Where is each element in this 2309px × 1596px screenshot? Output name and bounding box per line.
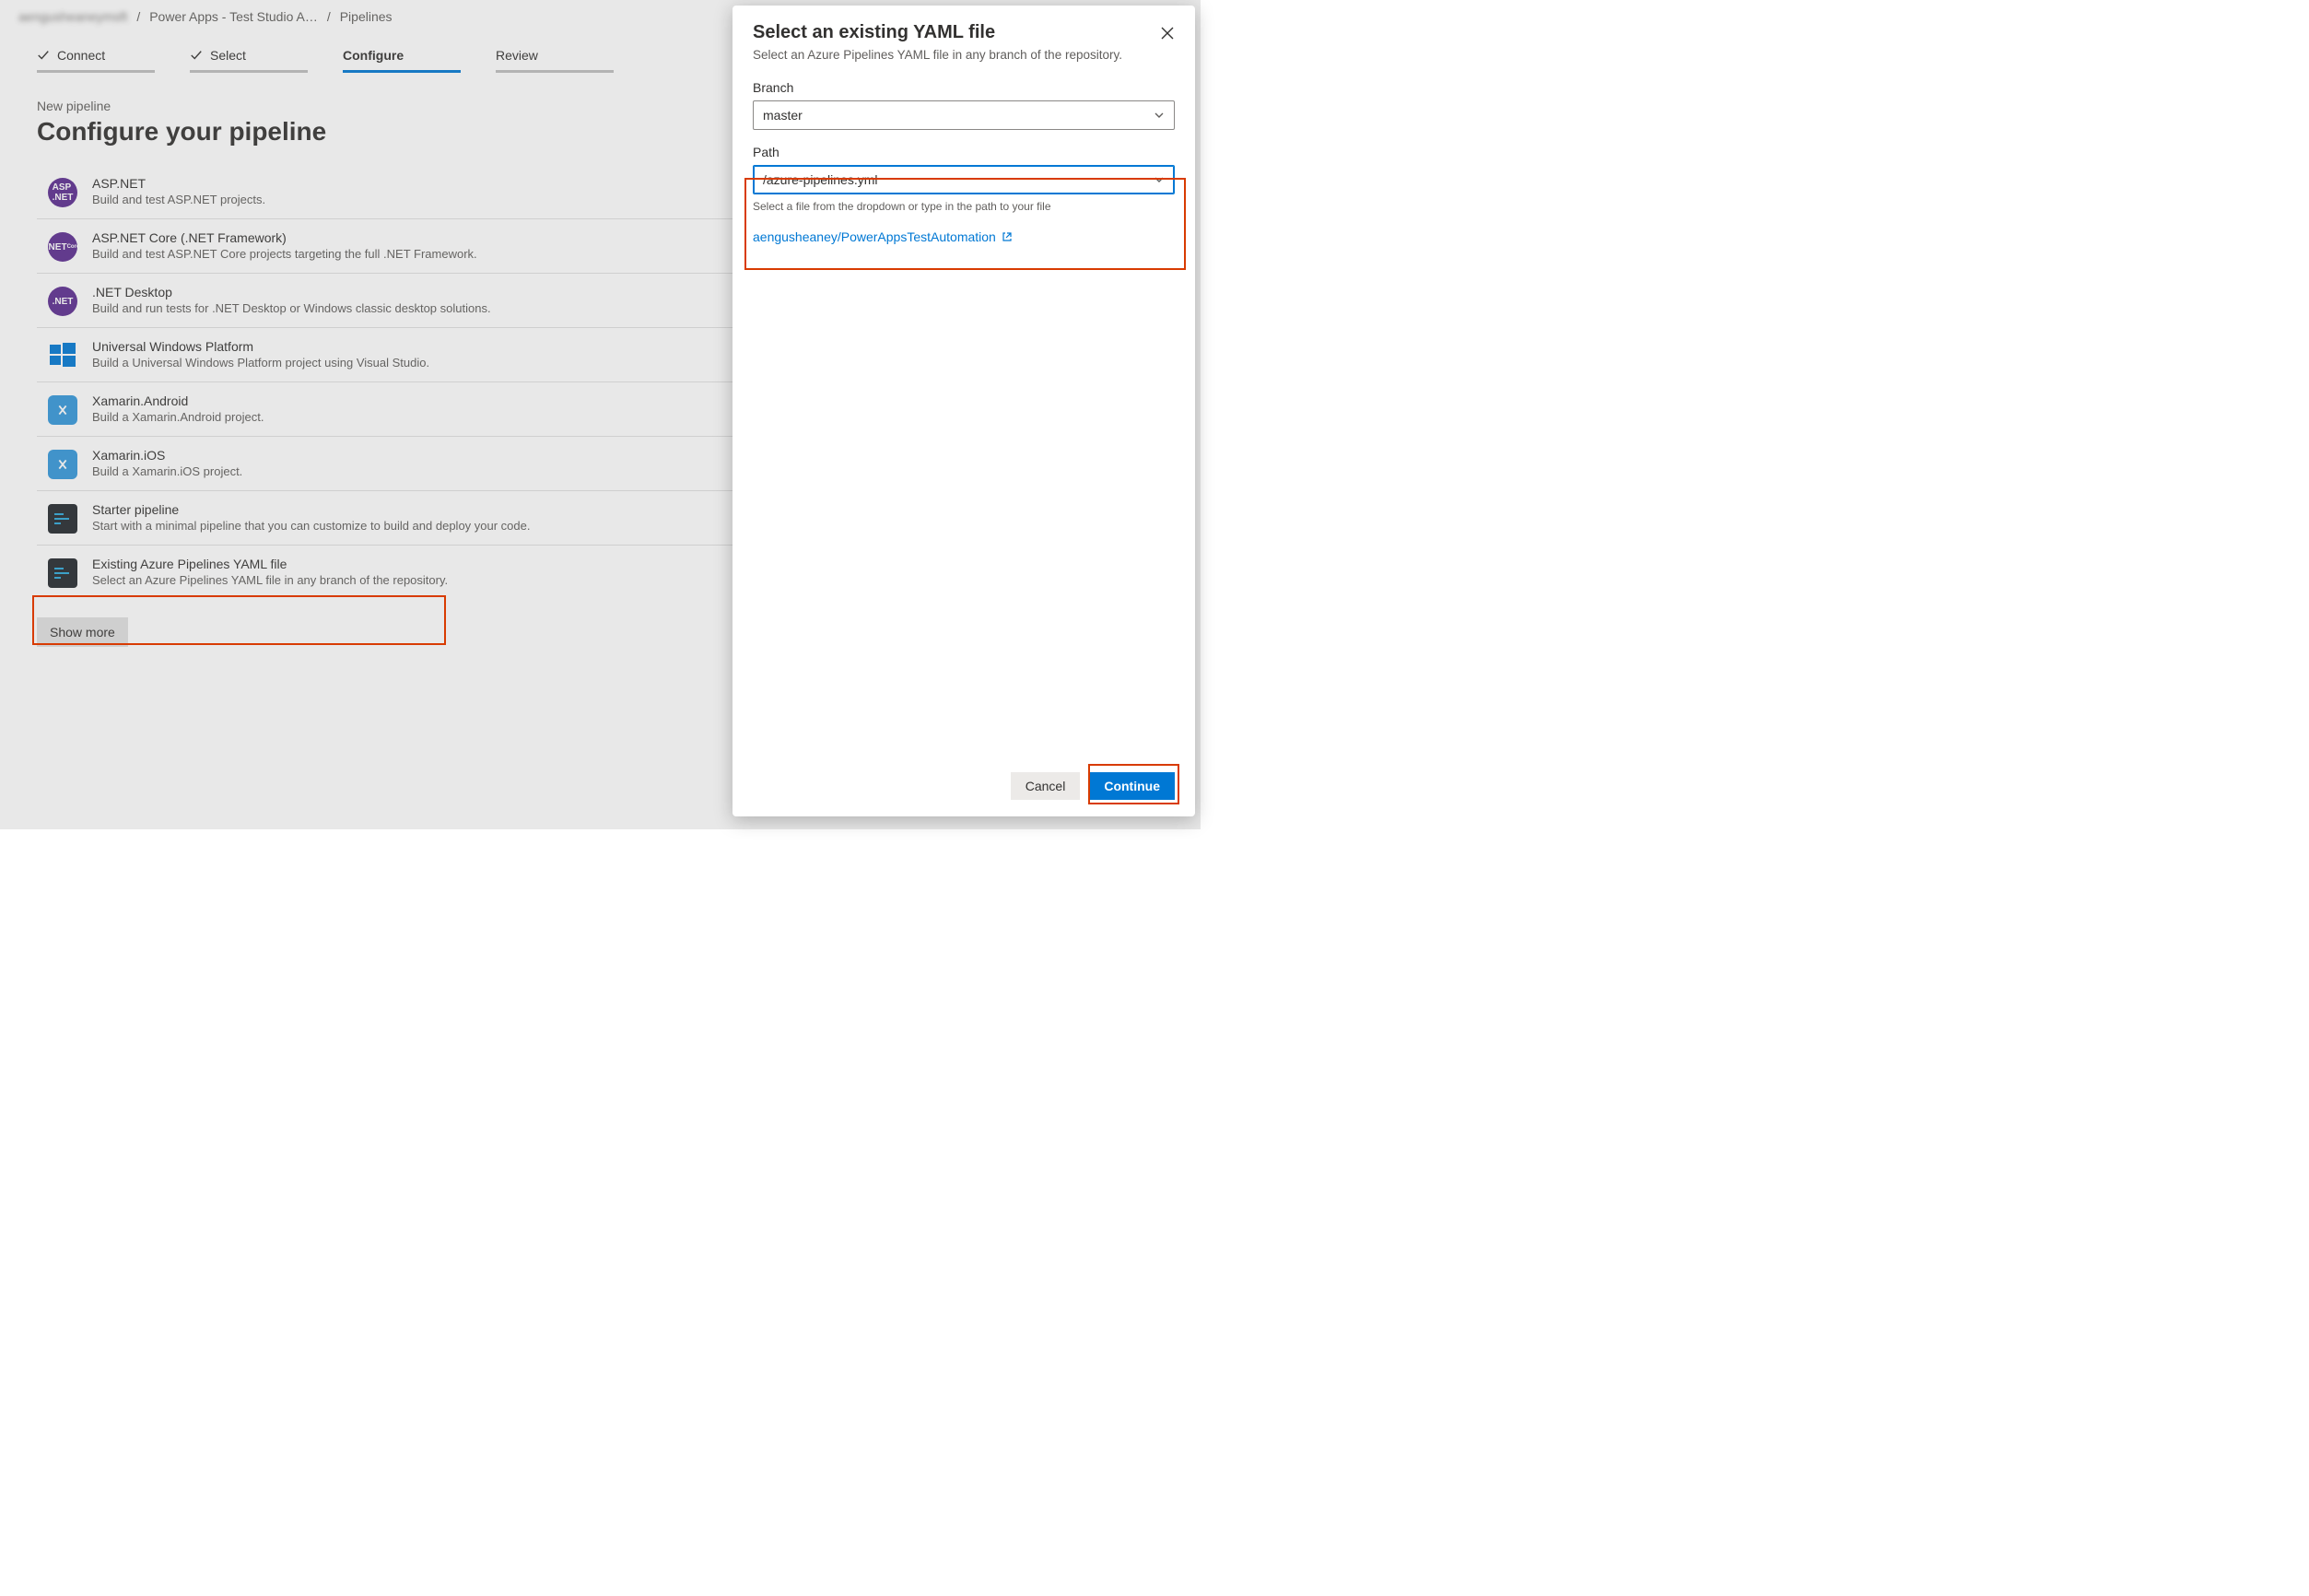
check-icon <box>190 49 203 62</box>
close-button[interactable] <box>1154 20 1180 46</box>
template-title: .NET Desktop <box>92 285 491 299</box>
breadcrumb-project[interactable]: Power Apps - Test Studio A… <box>149 9 318 24</box>
close-icon <box>1160 26 1175 41</box>
template-desc: Build and test ASP.NET projects. <box>92 193 265 206</box>
breadcrumb-sep: / <box>327 9 331 24</box>
step-label: Select <box>210 48 246 63</box>
path-value: /azure-pipelines.yml <box>763 172 878 187</box>
template-desc: Build a Xamarin.iOS project. <box>92 464 242 478</box>
chevron-down-icon <box>1154 174 1165 185</box>
template-title: ASP.NET Core (.NET Framework) <box>92 230 477 245</box>
template-title: Starter pipeline <box>92 502 530 517</box>
windows-icon <box>48 341 77 370</box>
branch-value: master <box>763 108 803 123</box>
step-review[interactable]: Review <box>496 48 614 73</box>
xamarin-icon <box>48 450 77 479</box>
breadcrumb-page[interactable]: Pipelines <box>340 9 393 24</box>
template-title: ASP.NET <box>92 176 265 191</box>
external-link-icon <box>1002 231 1013 242</box>
chevron-down-icon <box>1154 110 1165 121</box>
yaml-icon <box>48 558 77 588</box>
cancel-button[interactable]: Cancel <box>1011 772 1081 800</box>
template-title: Xamarin.Android <box>92 393 264 408</box>
show-more-button[interactable]: Show more <box>37 617 128 647</box>
yaml-select-panel: Select an existing YAML file Select an A… <box>733 6 1195 816</box>
aspnet-core-icon: .NETCore <box>48 232 77 262</box>
check-icon <box>37 49 50 62</box>
path-select[interactable]: /azure-pipelines.yml <box>753 165 1175 194</box>
aspnet-icon: ASP.NET <box>48 178 77 207</box>
path-help-text: Select a file from the dropdown or type … <box>753 200 1175 213</box>
template-title: Universal Windows Platform <box>92 339 429 354</box>
yaml-icon <box>48 504 77 534</box>
step-label: Review <box>496 48 538 63</box>
step-connect[interactable]: Connect <box>37 48 155 73</box>
repo-link-text: aengusheaney/PowerAppsTestAutomation <box>753 229 996 244</box>
path-label: Path <box>753 145 1175 159</box>
breadcrumb-org[interactable]: aengusheaneymsft <box>18 9 127 24</box>
repo-link[interactable]: aengusheaney/PowerAppsTestAutomation <box>753 229 1175 244</box>
template-desc: Build and test ASP.NET Core projects tar… <box>92 247 477 261</box>
step-configure[interactable]: Configure <box>343 48 461 73</box>
panel-subtitle: Select an Azure Pipelines YAML file in a… <box>753 47 1175 64</box>
template-desc: Build a Universal Windows Platform proje… <box>92 356 429 370</box>
net-desktop-icon: .NET <box>48 287 77 316</box>
continue-button[interactable]: Continue <box>1089 772 1175 800</box>
branch-select[interactable]: master <box>753 100 1175 130</box>
template-title: Existing Azure Pipelines YAML file <box>92 557 448 571</box>
branch-label: Branch <box>753 80 1175 95</box>
panel-title: Select an existing YAML file <box>753 22 1175 43</box>
template-desc: Build a Xamarin.Android project. <box>92 410 264 424</box>
template-desc: Start with a minimal pipeline that you c… <box>92 519 530 533</box>
template-title: Xamarin.iOS <box>92 448 242 463</box>
breadcrumb-sep: / <box>136 9 140 24</box>
step-select[interactable]: Select <box>190 48 308 73</box>
step-label: Connect <box>57 48 105 63</box>
template-desc: Select an Azure Pipelines YAML file in a… <box>92 573 448 587</box>
template-desc: Build and run tests for .NET Desktop or … <box>92 301 491 315</box>
step-label: Configure <box>343 48 404 63</box>
xamarin-icon <box>48 395 77 425</box>
